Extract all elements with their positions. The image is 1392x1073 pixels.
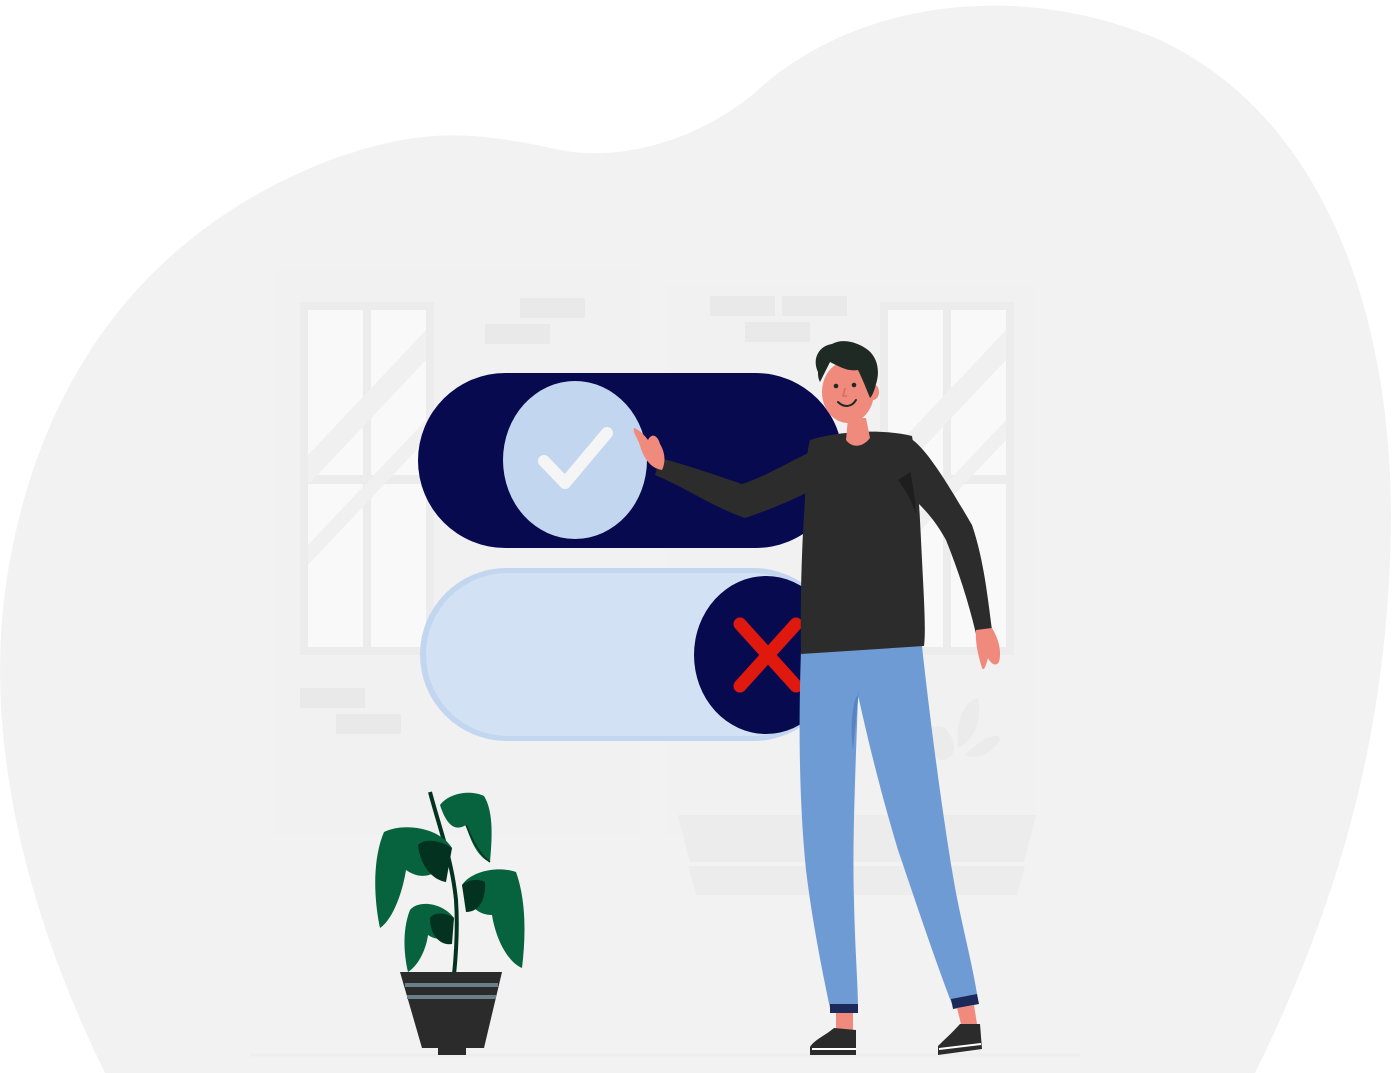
toggle-switch-off[interactable]: [420, 568, 840, 741]
brick: [485, 324, 550, 344]
brick: [782, 296, 847, 316]
toggle-on-knob[interactable]: [503, 381, 647, 539]
jeans-cuff-left: [830, 1004, 858, 1013]
brick: [520, 298, 585, 318]
toggle-switch-on[interactable]: [418, 373, 843, 548]
brick: [710, 296, 775, 316]
toggle-switch-illustration: [0, 5, 1391, 1073]
brick: [745, 322, 810, 342]
pot-base: [438, 1046, 466, 1055]
brick: [336, 714, 401, 734]
shirt: [800, 431, 925, 654]
brick: [300, 688, 365, 708]
window-left: [300, 302, 434, 655]
